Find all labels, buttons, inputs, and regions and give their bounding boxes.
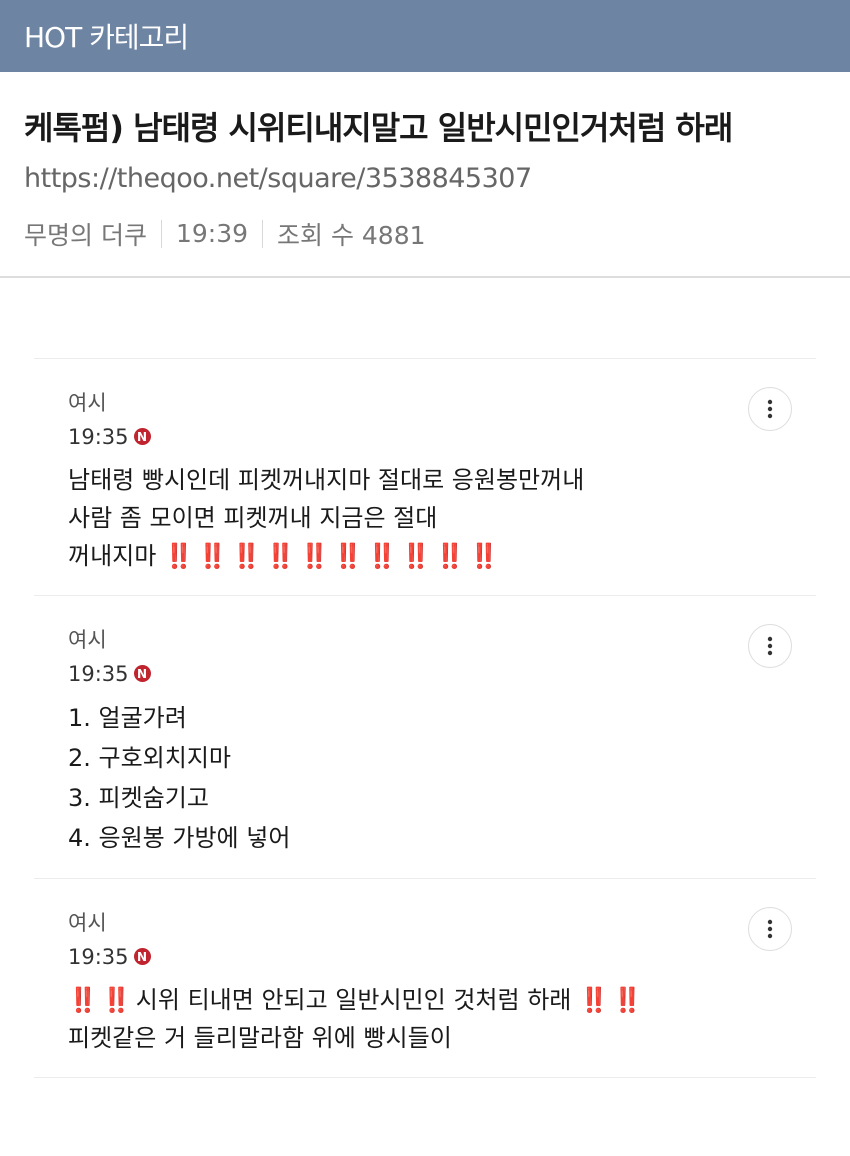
comment-author: 여시 [68, 390, 107, 415]
comment-item: 여시 19:35 N 남태령 빵시인데 피켓꺼내지마 절대로 응원봉만꺼내 사람… [34, 359, 816, 596]
double-exclamation-row: ‼️ ‼️ ‼️ ‼️ ‼️ ‼️ ‼️ ‼️ ‼️ ‼️ [164, 542, 503, 570]
new-badge-icon: N [133, 428, 151, 446]
comment-author: 여시 [68, 627, 107, 652]
comment-line: 2. 구호외치지마 [68, 743, 232, 772]
comment-author: 여시 [68, 910, 107, 935]
post-author: 무명의 더쿠 [24, 220, 147, 250]
comment-line: 4. 응원봉 가방에 넣어 [68, 823, 291, 852]
double-exclamation-emoji: ‼️ [197, 541, 228, 570]
post-time: 19:39 [175, 219, 248, 249]
comment-line: 3. 피켓숨기고 [68, 783, 209, 812]
header-divider [0, 275, 850, 278]
double-exclamation-emoji: ‼️ [435, 541, 465, 570]
comment-time: 19:35 [68, 944, 129, 969]
double-exclamation-emoji: ‼️ [101, 985, 132, 1014]
comment-body: ‼️ ‼️ 시위 티내면 안되고 일반시민인 것처럼 하래 ‼️ ‼️ 피켓같은 거 … [68, 981, 816, 1057]
double-exclamation-emoji: ‼️ [265, 541, 296, 570]
comment-item: 여시 19:35 N ‼️ ‼️ 시위 티내면 안되고 일반시민인 것처럼 하래 ‼… [34, 879, 816, 1078]
more-vertical-icon [767, 636, 773, 655]
new-badge-icon: N [133, 665, 151, 683]
double-exclamation-emoji: ‼️ [163, 541, 194, 570]
double-exclamation-emoji: ‼️ [468, 541, 499, 570]
more-options-button[interactable] [748, 386, 792, 431]
comment-line: 남태령 빵시인데 피켓꺼내지마 절대로 응원봉만꺼내 [68, 465, 585, 494]
double-exclamation-emoji: ‼️ [299, 541, 330, 570]
comment-time: 19:35 [68, 424, 129, 449]
more-options-button[interactable] [748, 623, 792, 668]
meta-divider [262, 219, 263, 248]
double-exclamation-emoji: ‼️ [367, 541, 397, 570]
comment-list: 여시 19:35 N 남태령 빵시인데 피켓꺼내지마 절대로 응원봉만꺼내 사람… [34, 357, 816, 1078]
comment-body: 남태령 빵시인데 피켓꺼내지마 절대로 응원봉만꺼내 사람 좀 모이면 피켓꺼내… [68, 461, 816, 575]
more-vertical-icon [767, 399, 773, 418]
double-exclamation-emoji: ‼️ [579, 985, 609, 1014]
comment-line: 피켓같은 거 들리말라함 위에 빵시들이 [68, 1023, 452, 1052]
comment-item: 여시 19:35 N 1. 얼굴가려 2. 구호외치지마 3. 피켓숨기고 4.… [34, 596, 816, 879]
comment-line-with-emoji: ‼️ ‼️ 시위 티내면 안되고 일반시민인 것처럼 하래 ‼️ ‼️ [68, 981, 816, 1019]
double-exclamation-emoji: ‼️ [612, 985, 643, 1014]
post-header: 케톡펌) 남태령 시위티내지말고 일반시민인거처럼 하래 https://the… [0, 72, 850, 252]
post-title: 케톡펌) 남태령 시위티내지말고 일반시민인거처럼 하래 [24, 109, 733, 147]
post-views: 조회 수 4881 [277, 220, 426, 250]
post-url[interactable]: https://theqoo.net/square/3538845307 [24, 163, 826, 194]
topbar-title[interactable]: HOT 카테고리 [24, 16, 189, 56]
post-meta: 무명의 더쿠 19:39 조회 수 4881 [24, 216, 826, 252]
comment-body: 1. 얼굴가려 2. 구호외치지마 3. 피켓숨기고 4. 응원봉 가방에 넣어 [68, 698, 816, 858]
comment-line: 시위 티내면 안되고 일반시민인 것처럼 하래 [135, 985, 572, 1014]
comment-time: 19:35 [68, 661, 129, 686]
comment-timeline: 19:35 N [68, 425, 816, 449]
comment-line: 1. 얼굴가려 [68, 703, 187, 732]
more-vertical-icon [767, 919, 773, 938]
comment-line: 꺼내지마 [68, 541, 157, 570]
meta-divider [160, 219, 162, 248]
comment-line: 사람 좀 모이면 피켓꺼내 지금은 절대 [68, 503, 438, 532]
double-exclamation-emoji: ‼️ [333, 541, 363, 570]
top-bar: HOT 카테고리 [0, 0, 850, 72]
comment-timeline: 19:35 N [68, 662, 816, 686]
comment-line-with-emoji: 꺼내지마 ‼️ ‼️ ‼️ ‼️ ‼️ ‼️ ‼️ ‼️ ‼️ ‼️ [68, 537, 816, 575]
double-exclamation-emoji: ‼️ [68, 985, 98, 1014]
comment-timeline: 19:35 N [68, 945, 816, 969]
more-options-button[interactable] [748, 906, 792, 951]
new-badge-icon: N [133, 948, 151, 966]
double-exclamation-emoji: ‼️ [231, 541, 262, 570]
double-exclamation-emoji: ‼️ [401, 541, 431, 570]
